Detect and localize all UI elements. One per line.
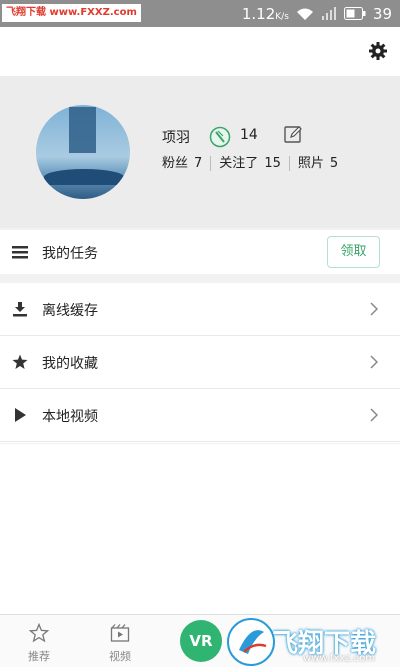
menu-item-offline-cache[interactable]: 离线缓存 — [0, 283, 400, 336]
empty-area — [0, 444, 400, 614]
tab-label: 视频 — [109, 650, 131, 663]
tab-video[interactable]: 视频 — [90, 615, 150, 667]
avatar[interactable] — [36, 105, 130, 199]
star-icon — [12, 354, 28, 369]
bottom-tab-bar: 推荐 视频 VR 飞翔下载 www.fxxz.com — [0, 614, 400, 667]
menu-item-label: 我的收藏 — [42, 356, 98, 372]
edit-icon[interactable] — [284, 125, 302, 143]
watermark-logo-subtext: www.fxxz.com — [303, 653, 375, 664]
battery-level: 39 — [372, 4, 392, 23]
network-speed: 1.12K/s — [241, 4, 289, 23]
watermark-text: 飞翔下载 www.FXXZ.com — [2, 4, 141, 22]
menu-item-favorites[interactable]: 我的收藏 — [0, 336, 400, 389]
vr-button[interactable]: VR — [180, 620, 222, 662]
download-icon — [13, 302, 27, 317]
chevron-right-icon — [370, 302, 378, 316]
avatar-hill — [44, 169, 124, 185]
profile-section — [0, 76, 400, 228]
level-badge-icon — [209, 126, 231, 148]
task-row[interactable]: 我的任务 领取 — [0, 230, 400, 274]
wifi-icon — [296, 8, 313, 20]
signal-icon — [321, 6, 336, 20]
username: 项羽 — [162, 130, 190, 146]
menu-item-local-video[interactable]: 本地视频 — [0, 389, 400, 442]
level-value: 14 — [240, 127, 258, 143]
chevron-right-icon — [370, 408, 378, 422]
claim-button[interactable]: 领取 — [327, 236, 380, 268]
tab-recommend[interactable]: 推荐 — [9, 615, 69, 667]
menu-item-label: 本地视频 — [42, 409, 98, 425]
list-icon — [12, 246, 28, 259]
status-bar: 飞翔下载 www.FXXZ.com 1.12K/s 39 — [0, 0, 400, 27]
status-icons: 1.12K/s 39 — [242, 0, 392, 27]
profile-stats: 粉丝 7 关注了 15 照片 5 — [162, 156, 346, 171]
avatar-card — [69, 107, 96, 153]
menu-item-label: 离线缓存 — [42, 303, 98, 319]
top-bar — [0, 27, 400, 76]
menu-list: 离线缓存 我的收藏 本地视频 — [0, 283, 400, 443]
video-icon — [110, 624, 130, 642]
chevron-right-icon — [370, 355, 378, 369]
tab-label: 推荐 — [28, 650, 50, 663]
gear-icon[interactable] — [368, 41, 388, 61]
star-outline-icon — [29, 623, 49, 643]
play-icon — [15, 408, 26, 422]
stat-following[interactable]: 关注了 15 — [210, 156, 289, 171]
stat-followers[interactable]: 粉丝 7 — [162, 156, 210, 171]
task-label: 我的任务 — [42, 246, 98, 262]
battery-icon — [343, 7, 366, 20]
stat-photos[interactable]: 照片 5 — [288, 156, 346, 171]
